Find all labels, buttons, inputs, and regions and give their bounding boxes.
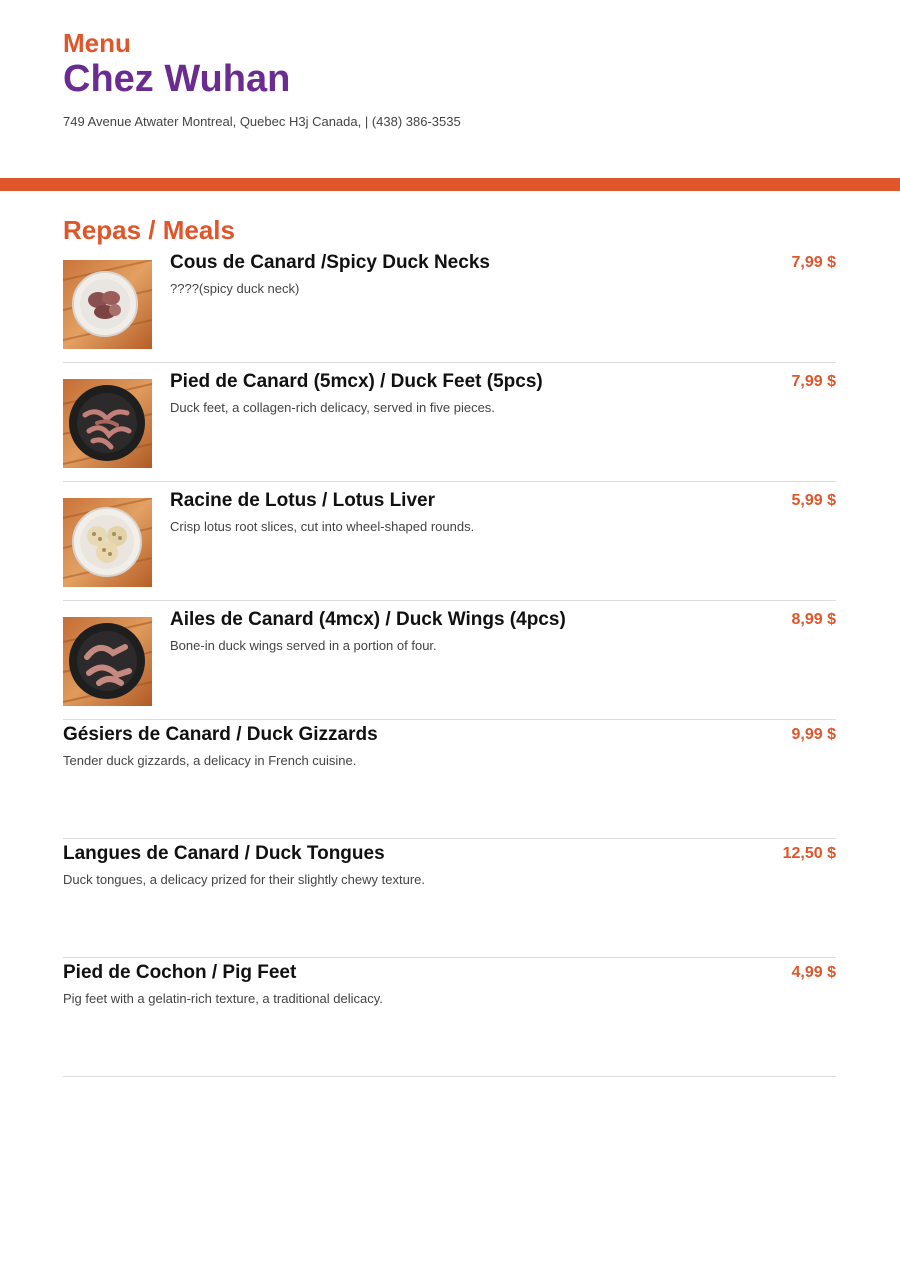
item-price: 5,99 $ xyxy=(791,492,836,509)
item-description: ????(spicy duck neck) xyxy=(170,281,300,296)
item-price: 7,99 $ xyxy=(791,373,836,390)
menu-item[interactable]: Pied de Canard (5mcx) / Duck Feet (5pcs)… xyxy=(63,363,836,482)
menu-item[interactable]: Cous de Canard /Spicy Duck Necks ????(sp… xyxy=(63,244,836,363)
restaurant-address: 749 Avenue Atwater Montreal, Quebec H3j … xyxy=(63,114,461,129)
menu-items-list: Cous de Canard /Spicy Duck Necks ????(sp… xyxy=(63,244,836,1077)
item-price: 8,99 $ xyxy=(791,611,836,628)
item-description: Crisp lotus root slices, cut into wheel-… xyxy=(170,519,475,534)
item-price: 4,99 $ xyxy=(791,964,836,981)
item-body: Ailes de Canard (4mcx) / Duck Wings (4pc… xyxy=(170,609,756,654)
item-name: Langues de Canard / Duck Tongues xyxy=(63,843,385,864)
menu-item[interactable]: Pied de Cochon / Pig Feet Pig feet with … xyxy=(63,958,836,1077)
item-description: Duck tongues, a delicacy prized for thei… xyxy=(63,872,426,887)
menu-label: Menu xyxy=(63,28,131,58)
item-name: Cous de Canard /Spicy Duck Necks xyxy=(170,252,490,273)
item-price: 9,99 $ xyxy=(791,726,836,743)
item-body: Gésiers de Canard / Duck Gizzards Tender… xyxy=(63,724,756,769)
menu-item[interactable]: Ailes de Canard (4mcx) / Duck Wings (4pc… xyxy=(63,601,836,720)
menu-item[interactable]: Gésiers de Canard / Duck Gizzards Tender… xyxy=(63,720,836,839)
menu-item[interactable]: Racine de Lotus / Lotus Liver Crisp lotu… xyxy=(63,482,836,601)
item-description: Duck feet, a collagen-rich delicacy, ser… xyxy=(170,400,495,415)
item-body: Pied de Cochon / Pig Feet Pig feet with … xyxy=(63,962,756,1007)
item-name: Racine de Lotus / Lotus Liver xyxy=(170,490,435,511)
item-description: Bone-in duck wings served in a portion o… xyxy=(170,638,437,653)
item-description: Tender duck gizzards, a delicacy in Fren… xyxy=(63,753,357,768)
accent-divider xyxy=(0,178,900,191)
item-body: Pied de Canard (5mcx) / Duck Feet (5pcs)… xyxy=(170,371,756,416)
item-name: Pied de Cochon / Pig Feet xyxy=(63,962,297,983)
duck-wings-photo xyxy=(63,617,152,706)
item-body: Racine de Lotus / Lotus Liver Crisp lotu… xyxy=(170,490,756,535)
item-name: Ailes de Canard (4mcx) / Duck Wings (4pc… xyxy=(170,609,566,630)
duck-feet-photo xyxy=(63,379,152,468)
item-description: Pig feet with a gelatin-rich texture, a … xyxy=(63,991,383,1006)
item-price: 7,99 $ xyxy=(791,254,836,271)
item-price: 12,50 $ xyxy=(782,845,836,862)
section-title: Repas / Meals xyxy=(63,215,235,245)
menu-item[interactable]: Langues de Canard / Duck Tongues Duck to… xyxy=(63,839,836,958)
menu-header: Menu Chez Wuhan 749 Avenue Atwater Montr… xyxy=(63,28,843,130)
restaurant-name: Chez Wuhan xyxy=(63,58,291,100)
item-name: Gésiers de Canard / Duck Gizzards xyxy=(63,724,378,745)
duck-necks-photo xyxy=(63,260,152,349)
item-body: Cous de Canard /Spicy Duck Necks ????(sp… xyxy=(170,252,756,297)
lotus-root-photo xyxy=(63,498,152,587)
item-body: Langues de Canard / Duck Tongues Duck to… xyxy=(63,843,756,888)
item-name: Pied de Canard (5mcx) / Duck Feet (5pcs) xyxy=(170,371,543,392)
